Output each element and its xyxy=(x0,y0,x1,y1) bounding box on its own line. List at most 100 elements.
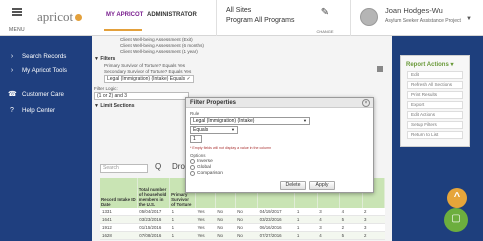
cell-date: 07/27/2016 xyxy=(257,231,295,240)
action-export[interactable]: Export xyxy=(407,101,463,109)
tab-administrator[interactable]: ADMINISTRATOR xyxy=(147,12,197,18)
cell-value: Yes xyxy=(195,208,216,216)
cell-value: 1 xyxy=(294,215,318,224)
rule-field-value: Legal (Immigration) (Intake) xyxy=(193,118,255,124)
sidebar-item-label: Customer Care xyxy=(22,90,64,98)
cell-value: No xyxy=(235,231,258,240)
column-header[interactable]: Total number of household members in the… xyxy=(137,178,171,208)
sidebar-item-help-center[interactable]: ? Help Center xyxy=(8,104,55,116)
scroll-to-top-button[interactable]: ^ xyxy=(447,188,467,208)
menu-button[interactable]: MENU xyxy=(4,4,30,33)
sidebar-item-my-apricot-tools[interactable]: › My Apricot Tools xyxy=(8,64,67,76)
change-button[interactable]: ✎ CHANGE xyxy=(308,6,342,34)
operator-select[interactable]: Equals ▼ xyxy=(190,126,238,134)
cell-value: 4 xyxy=(317,231,340,240)
cell-value: No xyxy=(215,208,236,216)
assessment-line: Client Well-being Assessment (6 months) xyxy=(120,43,204,48)
cell-value: 3 xyxy=(362,215,385,224)
cell-value: No xyxy=(215,215,236,224)
cell-value: 5 xyxy=(339,231,363,240)
cell-value: Yes xyxy=(195,223,216,232)
cell-record-id[interactable]: 1331 xyxy=(100,208,138,216)
table-row[interactable]: 1628 07/08/2016 1 Yes No No 07/27/2016 1… xyxy=(100,231,385,240)
active-tab-indicator xyxy=(104,29,142,31)
apricot-icon xyxy=(75,14,83,21)
user-project: Asylum Seeker Assistance Project xyxy=(385,18,461,24)
chevron-right-icon: › xyxy=(10,52,14,60)
chevron-up-icon: ^ xyxy=(453,191,461,203)
header-divider xyxy=(350,0,351,36)
cell-value: 4 xyxy=(317,215,340,224)
cell-value: Yes xyxy=(195,215,216,224)
operator-value: Equals xyxy=(193,127,209,133)
collapse-icon[interactable] xyxy=(377,66,383,72)
sidebar-item-search-records[interactable]: › Search Records xyxy=(8,50,67,62)
assessment-line: Client Well-being Assessment (Exit) xyxy=(120,37,193,42)
cell-value: No xyxy=(235,223,258,232)
chevron-down-icon[interactable]: ▼ xyxy=(466,16,472,22)
column-header[interactable]: Record Intake ID Date xyxy=(100,178,138,208)
sidebar-item-label: Search Records xyxy=(22,52,67,60)
value-input[interactable]: 1 xyxy=(190,135,202,143)
apply-button[interactable]: Apply xyxy=(309,181,335,190)
cell-record-id[interactable]: 1641 xyxy=(100,215,138,224)
action-setup-filters[interactable]: Setup Filters xyxy=(407,121,463,129)
cell-date: 04/19/2017 xyxy=(257,208,295,216)
filter-line[interactable]: Primary Survivor of Torture? Equals Yes xyxy=(104,63,185,68)
chat-bubble-icon: ▢ xyxy=(451,213,461,224)
search-input[interactable]: Search xyxy=(100,164,148,173)
menu-label: MENU xyxy=(9,27,25,33)
option-inverse[interactable]: Inverse xyxy=(190,159,213,164)
filter-logic-input[interactable]: (1 or 2) and 3 xyxy=(94,92,189,100)
table-row[interactable]: 1912 01/15/2016 1 Yes No No 06/16/2016 1… xyxy=(100,223,385,232)
cell-date: 01/15/2016 xyxy=(137,223,170,232)
search-icon[interactable]: Q xyxy=(155,162,161,171)
help-icon: ? xyxy=(10,106,14,114)
cell-value: 2 xyxy=(362,208,385,216)
cell-date: 07/08/2016 xyxy=(137,231,170,240)
sidebar-item-customer-care[interactable]: ☎ Customer Care xyxy=(8,88,64,100)
cell-date: 03/23/2016 xyxy=(257,215,295,224)
cell-value: 2 xyxy=(339,223,363,232)
cell-value: No xyxy=(215,223,236,232)
cell-value: 1 xyxy=(294,223,318,232)
cell-value: No xyxy=(235,208,258,216)
rule-label: Rule xyxy=(190,111,200,116)
radio-icon xyxy=(190,171,195,176)
hamburger-icon xyxy=(12,8,22,16)
cell-date: 05/04/2017 xyxy=(137,208,170,216)
filter-line-selected[interactable]: Legal (Immigration) (Intake) Equals ✓ xyxy=(104,75,194,83)
action-edit[interactable]: Edit xyxy=(407,71,463,79)
table-row[interactable]: 1331 05/04/2017 1 Yes No No 04/19/2017 1… xyxy=(100,208,385,216)
action-print[interactable]: Print Results xyxy=(407,91,463,99)
avatar[interactable] xyxy=(360,8,378,26)
option-comparison[interactable]: Comparison xyxy=(190,171,223,176)
action-edit-actions[interactable]: Edit Actions xyxy=(407,111,463,119)
chat-button[interactable]: ▢ xyxy=(444,208,468,232)
delete-button[interactable]: Delete xyxy=(280,181,306,190)
cell-value: 1 xyxy=(169,215,196,224)
cell-value: 1 xyxy=(294,208,318,216)
cell-value: 1 xyxy=(169,208,196,216)
tab-my-apricot[interactable]: MY APRICOT xyxy=(106,12,143,18)
report-actions-title[interactable]: Report Actions ▾ xyxy=(406,61,453,68)
headset-icon: ☎ xyxy=(8,91,17,98)
rule-field-select[interactable]: Legal (Immigration) (Intake) ▼ xyxy=(190,117,310,125)
cell-record-id[interactable]: 1628 xyxy=(100,231,138,240)
cell-date: 06/16/2016 xyxy=(257,223,295,232)
filters-section-toggle[interactable]: ▼ Filters xyxy=(94,56,115,62)
filter-line[interactable]: Secondary Survivor of Torture? Equals Ye… xyxy=(104,69,191,74)
cell-value: 3 xyxy=(317,208,340,216)
limit-sections-toggle[interactable]: ▼ Limit Sections xyxy=(94,103,135,109)
cell-record-id[interactable]: 1912 xyxy=(100,223,138,232)
cell-value: Yes xyxy=(195,231,216,240)
cell-value: No xyxy=(215,231,236,240)
app-logo[interactable]: apricot xyxy=(37,9,83,25)
table-row[interactable]: 1641 03/23/2016 1 Yes No No 03/23/2016 1… xyxy=(100,215,385,224)
action-refresh[interactable]: Refresh All Sections xyxy=(407,81,463,89)
option-global[interactable]: Global xyxy=(190,165,211,170)
action-return[interactable]: Return to List xyxy=(407,131,463,139)
user-name[interactable]: Joan Hodges-Wu xyxy=(385,6,443,15)
close-icon[interactable]: × xyxy=(362,99,370,107)
report-actions-panel: Report Actions ▾ Edit Refresh All Sectio… xyxy=(400,55,470,147)
